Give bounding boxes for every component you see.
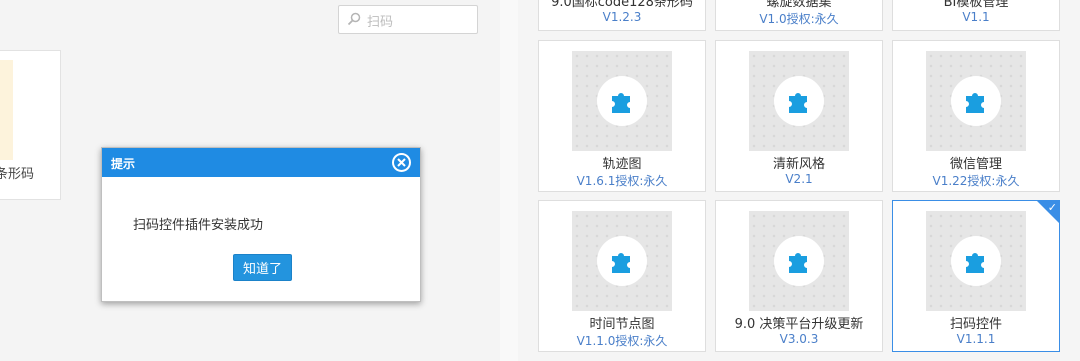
panel-divider — [500, 0, 518, 361]
dialog-message: 扫码控件插件安装成功 — [133, 218, 264, 233]
plugin-card[interactable]: 时间节点图 V1.1.0授权:永久 — [538, 200, 706, 352]
left-panel: 扫码 条形码 提示 扫码控件插件安装成功 知道了 — [0, 0, 500, 361]
plugin-card[interactable]: 轨迹图 V1.6.1授权:永久 — [538, 40, 706, 192]
plugin-thumbnail — [572, 211, 672, 311]
ok-button[interactable]: 知道了 — [233, 254, 292, 281]
plugin-card-barcode[interactable]: 条形码 — [0, 50, 61, 200]
plugin-thumbnail — [926, 51, 1026, 151]
plugin-card-selected[interactable]: 扫码控件 V1.1.1 ✓ — [892, 200, 1060, 352]
puzzle-icon — [951, 76, 1001, 126]
plugin-card[interactable]: 微信管理 V1.22授权:永久 — [892, 40, 1060, 192]
puzzle-icon — [597, 76, 647, 126]
plugin-card[interactable]: 清新风格 V2.1 — [715, 40, 883, 192]
plugin-thumbnail — [749, 211, 849, 311]
puzzle-icon — [951, 236, 1001, 286]
plugin-version: V1.6.1授权:永久 — [576, 174, 668, 188]
puzzle-icon — [774, 236, 824, 286]
plugin-card[interactable]: 9.0 决策平台升级更新 V3.0.3 — [715, 200, 883, 352]
plugin-name: 轨迹图 — [602, 157, 642, 172]
plugin-thumbnail — [572, 51, 672, 151]
plugin-thumbnail — [749, 51, 849, 151]
plugin-name: 扫码控件 — [949, 317, 1002, 332]
plugin-version: V1.0授权:永久 — [759, 12, 839, 26]
plugin-version: V1.1 — [962, 10, 990, 24]
plugin-name: 微信管理 — [949, 157, 1002, 172]
plugin-card[interactable]: 9.0国标code128条形码 V1.2.3 — [538, 0, 706, 31]
puzzle-icon — [597, 236, 647, 286]
plugin-version: V2.1 — [785, 172, 813, 186]
plugin-card[interactable]: 螺旋数据集 V1.0授权:永久 — [715, 0, 883, 31]
plugin-version: V1.2.3 — [602, 10, 642, 24]
plugin-name: BI模板管理 — [943, 0, 1009, 10]
search-icon — [347, 12, 361, 26]
plugin-version: V3.0.3 — [779, 332, 819, 346]
plugin-version: V1.22授权:永久 — [932, 174, 1020, 188]
plugin-name: 时间节点图 — [589, 317, 655, 332]
plugin-name: 螺旋数据集 — [766, 0, 832, 10]
plugin-name: 清新风格 — [772, 157, 825, 172]
dialog-header: 提示 — [102, 148, 420, 177]
plugin-thumbnail — [0, 60, 13, 160]
search-input[interactable]: 扫码 — [367, 11, 393, 30]
check-icon: ✓ — [1047, 201, 1057, 214]
plugin-version: V1.1.1 — [956, 332, 996, 346]
dialog-title: 提示 — [111, 157, 136, 171]
prompt-dialog: 提示 扫码控件插件安装成功 知道了 — [101, 147, 421, 302]
plugin-name: 条形码 — [0, 167, 35, 182]
plugin-grid: 9.0国标code128条形码 V1.2.3 螺旋数据集 V1.0授权:永久 B… — [518, 0, 1080, 361]
plugin-version: V1.1.0授权:永久 — [576, 334, 668, 348]
plugin-thumbnail — [926, 211, 1026, 311]
plugin-name: 9.0 决策平台升级更新 — [734, 317, 864, 332]
puzzle-icon — [774, 76, 824, 126]
search-box[interactable]: 扫码 — [338, 5, 478, 34]
plugin-name: 9.0国标code128条形码 — [551, 0, 693, 10]
close-icon[interactable] — [392, 153, 411, 172]
plugin-card[interactable]: BI模板管理 V1.1 — [892, 0, 1060, 31]
